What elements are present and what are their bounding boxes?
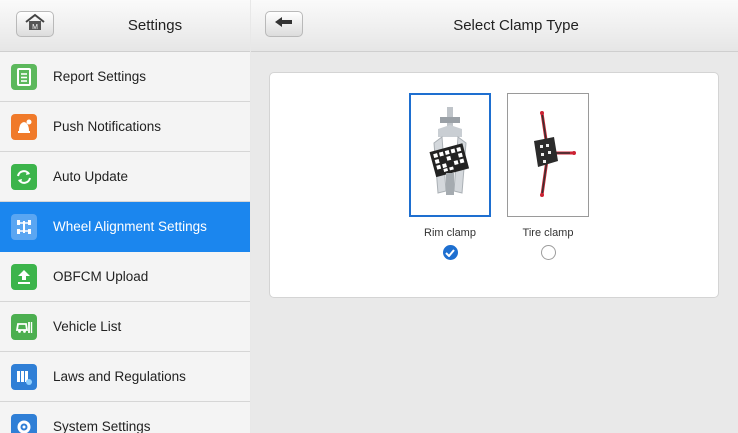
clamp-type-card: Rim clamp Tire clamp — [269, 72, 719, 298]
sidebar-item-label: Auto Update — [53, 169, 129, 184]
tire-clamp-icon — [518, 103, 578, 208]
refresh-icon — [11, 164, 37, 190]
home-icon: M — [24, 13, 46, 36]
sidebar-item-label: Push Notifications — [53, 119, 162, 134]
bell-icon — [11, 114, 37, 140]
sidebar-item-label: Laws and Regulations — [53, 369, 186, 384]
tire-clamp-image[interactable] — [507, 93, 589, 217]
report-icon — [11, 64, 37, 90]
sidebar-item-vehicle-list[interactable]: Vehicle List — [0, 302, 250, 352]
page-title: Select Clamp Type — [453, 17, 579, 34]
content-header: Select Clamp Type — [251, 0, 738, 52]
upload-icon — [11, 264, 37, 290]
tire-clamp-option[interactable]: Tire clamp — [507, 93, 589, 260]
content-panel: Select Clamp Type Rim clamp Tire clamp — [251, 0, 738, 433]
sidebar-item-system-settings[interactable]: System Settings — [0, 402, 250, 433]
svg-text:M: M — [32, 24, 38, 31]
back-arrow-icon — [274, 15, 294, 33]
wheel-alignment-icon — [11, 214, 37, 240]
rim-clamp-image[interactable] — [409, 93, 491, 217]
rim-clamp-label: Rim clamp — [424, 227, 476, 239]
home-button[interactable]: M — [16, 11, 54, 37]
sidebar-item-label: Report Settings — [53, 69, 147, 84]
sidebar-item-laws-and-regulations[interactable]: Laws and Regulations — [0, 352, 250, 402]
vehicle-list-icon — [11, 314, 37, 340]
rim-clamp-option[interactable]: Rim clamp — [409, 93, 491, 260]
settings-menu: Report Settings Push Notifications Auto … — [0, 52, 250, 433]
sidebar-item-label: OBFCM Upload — [53, 269, 149, 284]
system-settings-icon — [11, 414, 37, 433]
checkmark-icon — [445, 244, 455, 262]
sidebar-item-push-notifications[interactable]: Push Notifications — [0, 102, 250, 152]
sidebar-item-report-settings[interactable]: Report Settings — [0, 52, 250, 102]
tire-clamp-label: Tire clamp — [522, 227, 574, 239]
sidebar-item-wheel-alignment-settings[interactable]: Wheel Alignment Settings — [0, 202, 250, 252]
rim-clamp-icon — [420, 103, 480, 208]
sidebar-item-label: Vehicle List — [53, 319, 122, 334]
tire-clamp-radio[interactable] — [540, 245, 556, 260]
sidebar-item-label: System Settings — [53, 419, 151, 433]
settings-sidebar: M Settings Report Settings Push Notifica… — [0, 0, 250, 433]
sidebar-item-label: Wheel Alignment Settings — [53, 219, 207, 234]
sidebar-item-obfcm-upload[interactable]: OBFCM Upload — [0, 252, 250, 302]
laws-icon — [11, 364, 37, 390]
sidebar-title: Settings — [127, 17, 183, 34]
sidebar-item-auto-update[interactable]: Auto Update — [0, 152, 250, 202]
rim-clamp-radio[interactable] — [442, 244, 458, 262]
back-button[interactable] — [265, 11, 303, 37]
sidebar-header: M Settings — [0, 0, 250, 52]
